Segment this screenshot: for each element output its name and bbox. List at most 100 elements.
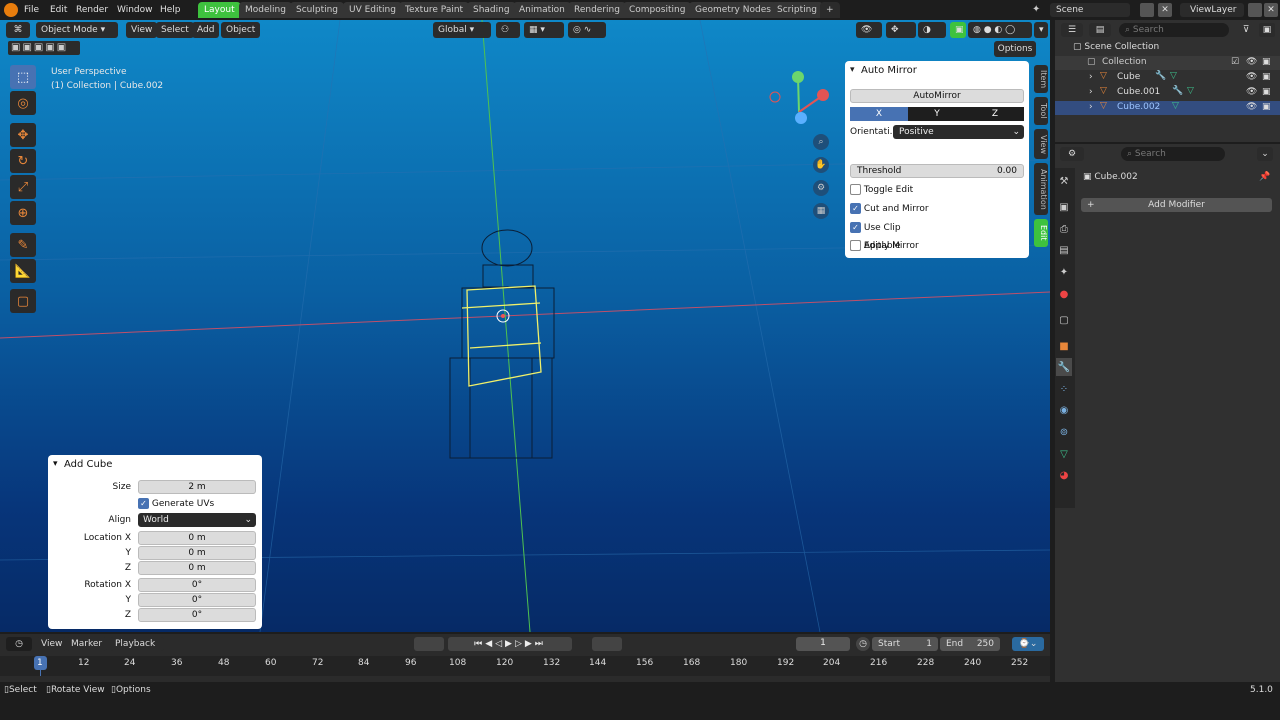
automirror-button[interactable]: AutoMirror [850,89,1024,103]
overlay-toggle-icon[interactable]: ◑ [918,22,946,38]
expand-icon[interactable]: › [1089,102,1093,112]
menu-edit[interactable]: Edit [50,0,67,20]
tab-texture-paint[interactable]: Texture Paint [399,2,470,18]
visibility-icon[interactable]: 👁 [1246,102,1257,112]
collection-render-icon[interactable]: ▣ [1262,57,1271,67]
new-view-layer-icon[interactable] [1248,3,1262,17]
generate-uvs-checkbox[interactable]: ✓ [138,498,149,509]
side-tab-edit[interactable]: Edit [1034,219,1048,247]
end-frame-field[interactable]: End 250 [940,637,1000,651]
view-layer-selector[interactable]: ViewLayer [1180,3,1244,17]
modifier-properties-icon[interactable]: 🔧 [1056,358,1072,376]
cut-and-mirror-checkbox[interactable]: ✓ [850,203,861,214]
keying-set-icon[interactable] [592,637,622,651]
render-properties-icon[interactable]: ▣ [1056,198,1072,216]
xray-toggle-icon[interactable]: ▣ [950,22,966,38]
playback-controls[interactable]: ⏮◀◁▶▷▶⏭ [448,637,572,651]
transform-tool-icon[interactable]: ⊕ [10,201,36,225]
tab-compositing[interactable]: Compositing [623,2,692,18]
camera-view-icon[interactable]: ⚙ [813,180,829,196]
collection-checkbox-icon[interactable]: ☑ [1231,57,1239,67]
use-clip-checkbox[interactable]: ✓ [850,222,861,233]
tab-shading[interactable]: Shading [467,2,516,18]
auto-mirror-collapse-icon[interactable]: ▾ [850,65,855,75]
collection-visibility-icon[interactable]: 👁 [1246,57,1257,67]
menu-window[interactable]: Window [117,0,153,20]
location-z-field[interactable]: 0 m [138,561,256,575]
output-properties-icon[interactable]: ⎙ [1056,220,1072,238]
new-scene-icon[interactable] [1140,3,1154,17]
outliner-item-cube-001[interactable]: › ▽ Cube.001 🔧 ▽ 👁 ▣ [1055,86,1280,100]
proportional-edit-toggle[interactable]: ◎ ∿ [568,22,606,38]
render-visibility-icon[interactable]: ▣ [1262,87,1271,97]
tab-modeling[interactable]: Modeling [239,2,292,18]
tab-animation[interactable]: Animation [513,2,571,18]
view-layer-properties-icon[interactable]: ▤ [1056,241,1072,259]
auto-keying-icon[interactable] [414,637,444,651]
rotation-x-field[interactable]: 0° [138,578,256,592]
axis-z-toggle[interactable]: Z [966,107,1024,121]
tab-sculpting[interactable]: Sculpting [290,2,345,18]
outliner-item-cube[interactable]: › ▽ Cube 🔧 ▽ 👁 ▣ [1055,71,1280,85]
move-tool-icon[interactable]: ✥ [10,123,36,147]
viewport-menu-view[interactable]: View [126,22,158,38]
material-properties-icon[interactable]: ◕ [1056,466,1072,484]
constraints-properties-icon[interactable]: ⊚ [1056,423,1072,441]
properties-search-input[interactable]: ⌕ Search [1121,147,1225,161]
delete-view-layer-icon[interactable]: ✕ [1264,3,1278,17]
viewport-menu-select[interactable]: Select [156,22,194,38]
axis-y-toggle[interactable]: Y [908,107,966,121]
filter-icon[interactable]: ⊽ [1235,23,1257,37]
outliner-item-cube-002[interactable]: › ▽ Cube.002 ▽ 👁 ▣ [1055,101,1280,115]
tab-rendering[interactable]: Rendering [568,2,626,18]
editor-type-icon[interactable]: ⌘ [6,22,30,38]
visibility-icon[interactable]: 👁 [1246,87,1257,97]
outliner-search-input[interactable]: ⌕ Search [1119,23,1229,37]
current-frame-field[interactable]: 1 [796,637,850,651]
collection-properties-icon[interactable]: ▢ [1056,311,1072,329]
visibility-icon[interactable]: 👁 [856,22,882,38]
rotation-y-field[interactable]: 0° [138,593,256,607]
rotate-tool-icon[interactable]: ↻ [10,149,36,173]
pin-icon[interactable]: 📌 [1259,172,1270,182]
apply-mirror-checkbox[interactable] [850,240,861,251]
timeline-view-icon[interactable]: ⌚⌄ [1012,637,1044,651]
tool-properties-icon[interactable]: ⚒ [1056,172,1072,190]
shading-options-icon[interactable]: ▾ [1034,22,1048,38]
delete-scene-icon[interactable]: ✕ [1158,3,1172,17]
selection-mode-icons[interactable]: ▣▣▣▣▣ [8,41,80,55]
viewport-menu-add[interactable]: Add [192,22,220,38]
scene-collection-row[interactable]: ▢ Scene Collection [1073,42,1159,52]
option-apply-mirror[interactable]: Apply Mirror [850,240,919,251]
add-cube-collapse-icon[interactable]: ▾ [53,459,58,469]
render-visibility-icon[interactable]: ▣ [1262,72,1271,82]
cursor-tool-icon[interactable]: ◎ [10,91,36,115]
timeline-menu-marker[interactable]: Marker [66,637,108,651]
render-visibility-icon[interactable]: ▣ [1262,102,1271,112]
visibility-icon[interactable]: 👁 [1246,72,1257,82]
preview-range-icon[interactable]: ◷ [856,637,870,651]
properties-editor-icon[interactable]: ⚙ [1060,147,1084,161]
timeline-menu-playback[interactable]: Playback ⌄ [110,637,164,663]
toggle-edit-checkbox[interactable] [850,184,861,195]
physics-properties-icon[interactable]: ◉ [1056,401,1072,419]
zoom-icon[interactable]: ⌕ [813,134,829,150]
snapping-toggle[interactable]: ▦ ▾ [524,22,564,38]
option-cut-and-mirror[interactable]: ✓ Cut and Mirror [850,203,929,214]
menu-help[interactable]: Help [160,0,181,20]
generate-uvs-option[interactable]: ✓ Generate UVs [138,498,214,509]
scene-properties-icon[interactable]: ✦ [1056,263,1072,281]
timeline-editor-icon[interactable]: ◷ [6,637,32,651]
collection-row[interactable]: ▢ Collection ☑ 👁 ▣ [1055,56,1280,70]
orientation-dropdown[interactable]: Positive ⌄ [893,125,1024,139]
option-toggle-edit[interactable]: Toggle Edit [850,184,913,195]
side-tab-view[interactable]: View [1034,129,1048,159]
transform-orientation-dropdown[interactable]: Global ▾ [433,22,491,38]
annotate-tool-icon[interactable]: ✎ [10,233,36,257]
outliner-editor-icon[interactable]: ☰ [1061,23,1083,37]
outliner-display-icon[interactable]: ▤ [1089,23,1111,37]
object-properties-icon[interactable]: ■ [1056,337,1072,355]
particles-properties-icon[interactable]: ⁘ [1056,380,1072,398]
add-workspace-button[interactable]: + [820,2,840,18]
timeline-menu-view[interactable]: View [36,637,68,651]
